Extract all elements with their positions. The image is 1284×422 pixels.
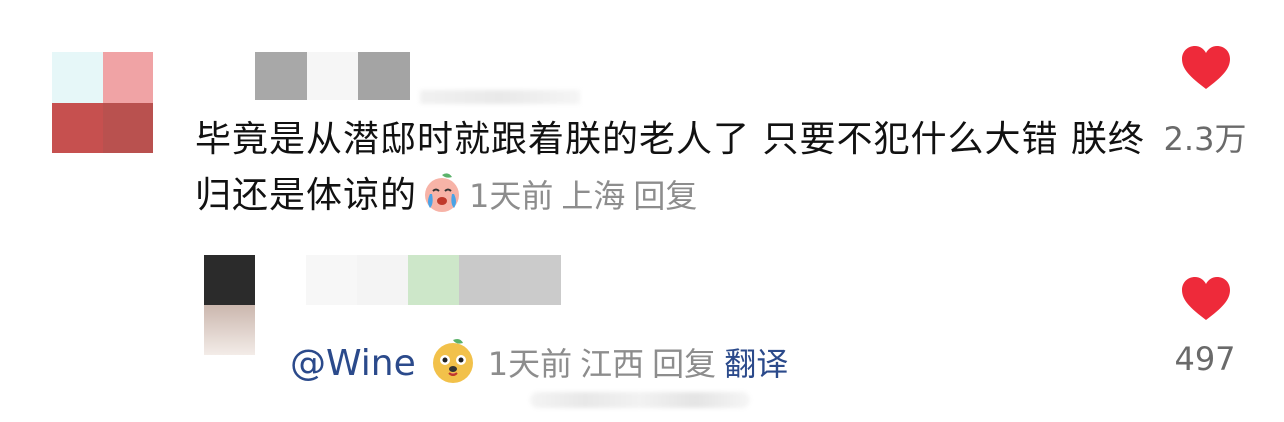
comment-avatar[interactable] (52, 52, 153, 153)
like-count: 2.3万 (1163, 120, 1247, 158)
comment-meta: 1天前 上海 回复 (469, 177, 705, 215)
blurred-subtitle (420, 90, 580, 104)
username-pixel (459, 255, 510, 305)
username-pixel (306, 255, 357, 305)
avatar-pixel (204, 255, 255, 305)
avatar-pixel (102, 52, 153, 103)
username-pixel (510, 255, 561, 305)
username-pixel (306, 52, 359, 100)
avatar-pixel (52, 52, 103, 103)
reply-body: @Wine 1天前 江西 回复 翻译 (290, 335, 796, 392)
comment-username-blurred[interactable] (255, 52, 410, 100)
reply-location: 江西 (580, 345, 645, 383)
username-pixel (408, 255, 459, 305)
reply-avatar[interactable] (204, 255, 255, 355)
crying-peach-emoji-icon (425, 173, 460, 212)
reply-meta: 1天前 江西 回复 翻译 (488, 345, 796, 383)
reply-button[interactable]: 回复 (652, 345, 716, 383)
dog-face-emoji-icon (432, 339, 473, 383)
avatar-pixel (102, 102, 153, 153)
avatar-pixel (204, 305, 255, 355)
comment-location: 上海 (561, 177, 626, 215)
reply-time: 1天前 (487, 345, 573, 383)
like-count: 497 (1174, 340, 1236, 378)
username-pixel (357, 255, 408, 305)
reply-button[interactable]: 回复 (633, 177, 697, 215)
translate-button[interactable]: 翻译 (724, 345, 788, 383)
comment-body: 毕竟是从潜邸时就跟着朕的老人了 只要不犯什么大错 朕终归还是体谅的 1天前 上海回… (195, 112, 1155, 224)
blurred-text-strip (530, 392, 750, 408)
username-pixel (358, 52, 410, 100)
username-pixel (255, 52, 307, 100)
mention-link[interactable]: @Wine (290, 343, 416, 384)
heart-icon[interactable] (1180, 45, 1232, 91)
comment-time: 1天前 (469, 177, 554, 215)
avatar-pixel (52, 102, 103, 153)
heart-icon[interactable] (1180, 276, 1232, 322)
reply-username-blurred[interactable] (306, 255, 561, 305)
